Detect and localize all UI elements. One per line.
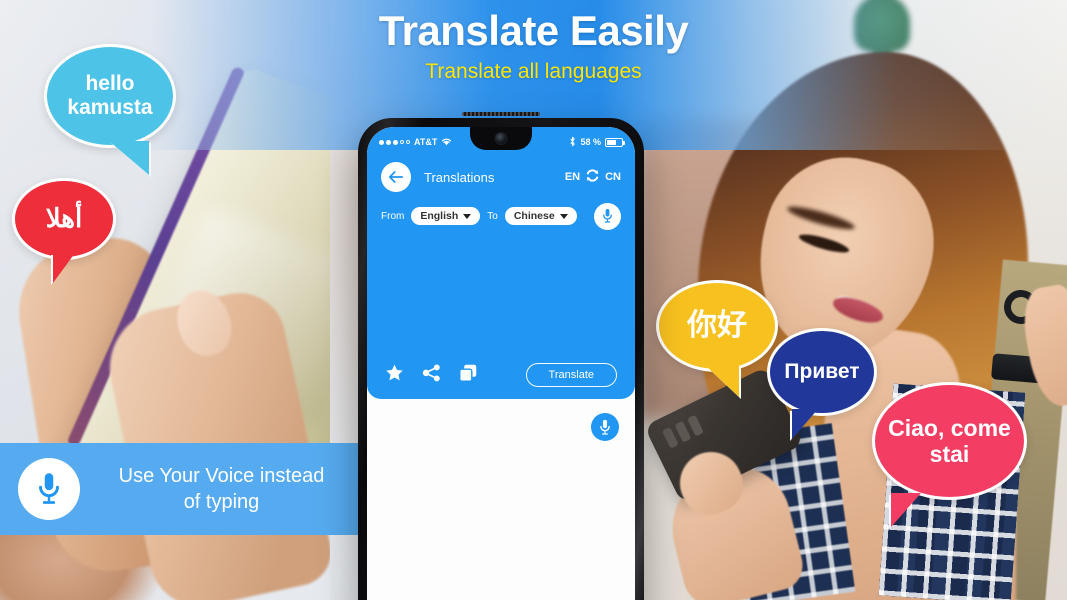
swap-icon[interactable] [585, 168, 600, 186]
voice-input-button[interactable] [594, 202, 621, 230]
voice-banner-text: Use Your Voice instead of typing [94, 463, 361, 515]
phone-screen: AT&T 58 % Translations EN CN From Englis… [367, 127, 635, 600]
speech-bubble-hello-kamusta: hello kamusta [44, 44, 176, 175]
app-bar-title: Translations [424, 169, 495, 185]
carrier-label: AT&T [414, 137, 438, 147]
from-language-value: English [420, 210, 459, 222]
battery-icon [605, 137, 625, 147]
from-label: From [381, 210, 405, 222]
star-icon [386, 364, 403, 380]
speech-bubble-nihao: 你好 [656, 280, 778, 397]
speech-bubble-tail [792, 409, 818, 439]
phone-earpiece [462, 112, 540, 116]
voice-banner-line1: Use Your Voice instead [118, 465, 325, 487]
source-language-code: EN [564, 171, 581, 183]
speech-bubble-ahlan: أهلا [12, 178, 116, 283]
action-row: Translate [367, 355, 635, 395]
to-label: To [487, 210, 498, 222]
back-arrow-icon [388, 171, 404, 183]
voice-banner-line2: of typing [183, 491, 260, 513]
voice-feature-banner: Use Your Voice instead of typing [0, 443, 361, 535]
signal-strength-icon [379, 139, 410, 145]
speech-bubble-text: 你好 [687, 308, 747, 342]
language-pair-indicator[interactable]: EN CN [565, 168, 621, 186]
speech-bubble-ciao-come-stai: Ciao, come stai [872, 382, 1027, 527]
output-voice-button[interactable] [591, 413, 619, 441]
to-language-value: Chinese [513, 210, 555, 222]
copy-button[interactable] [459, 364, 477, 387]
back-button[interactable] [381, 162, 411, 192]
bluetooth-icon [569, 136, 576, 149]
copy-icon [459, 364, 477, 382]
microphone-icon [18, 458, 80, 520]
favorite-button[interactable] [385, 364, 404, 387]
battery-percent-label: 58 % [580, 137, 601, 147]
chevron-down-icon [559, 213, 568, 219]
target-language-code: CN [605, 171, 621, 183]
wifi-icon [441, 137, 452, 148]
speech-bubble-tail [109, 141, 149, 175]
speech-bubble-tail [705, 365, 739, 397]
share-button[interactable] [422, 363, 441, 387]
source-text-input[interactable] [367, 233, 635, 353]
microphone-icon [600, 419, 610, 435]
share-icon [422, 363, 440, 381]
app-bar: Translations EN CN [367, 157, 635, 197]
speech-bubble-text: Ciao, come stai [888, 414, 1011, 467]
phone-mockup: AT&T 58 % Translations EN CN From Englis… [358, 112, 644, 600]
translate-button[interactable]: Translate [525, 363, 617, 387]
phone-notch [470, 127, 532, 150]
speech-bubble-privet: Привет [767, 328, 877, 439]
language-selection-bar: From English To Chinese [367, 199, 635, 233]
microphone-icon [603, 208, 612, 223]
from-language-select[interactable]: English [411, 207, 481, 225]
to-language-select[interactable]: Chinese [504, 207, 577, 225]
speech-bubble-text: hello kamusta [67, 71, 153, 119]
page-title: Translate Easily [378, 7, 689, 54]
speech-bubble-text: Привет [784, 359, 860, 383]
chevron-down-icon [463, 213, 472, 219]
speech-bubble-text: أهلا [45, 203, 83, 234]
front-camera-icon [494, 132, 508, 145]
screenshot-stage: Translate Easily Translate all languages… [0, 0, 1067, 600]
speech-bubble-tail [53, 253, 75, 283]
speech-bubble-tail [891, 493, 921, 527]
